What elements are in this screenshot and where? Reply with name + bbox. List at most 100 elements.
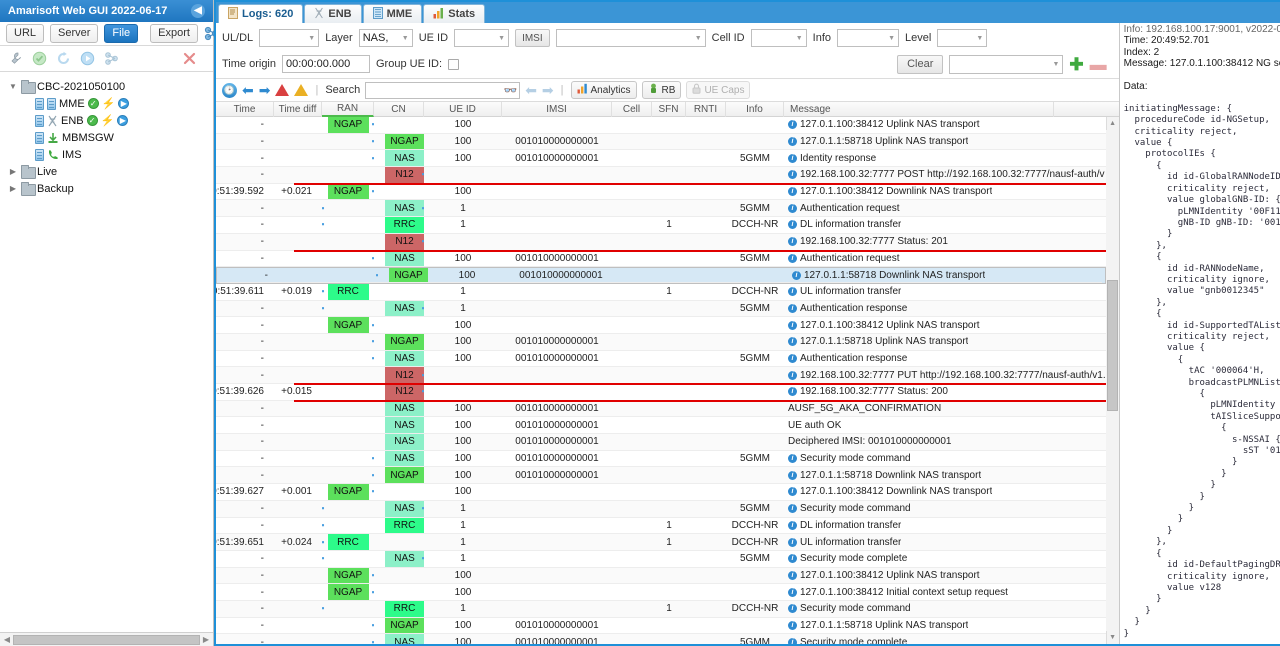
table-row[interactable]: - NGAP➡ 100 i127.0.1.100:38412 Uplink NAS t… <box>216 567 1106 585</box>
tree-item-ims[interactable]: IMS <box>4 146 213 163</box>
table-row[interactable]: - ➡ NGAP100001010000000001 i127.0.1.1:58718… <box>216 333 1106 351</box>
file-button[interactable]: File <box>104 24 139 43</box>
column-header-cell[interactable]: Cell <box>612 102 652 117</box>
chevron-left-icon[interactable]: ◀ <box>191 4 205 18</box>
table-row[interactable]: -➡NAS1000010100000000015GMMiSecurity mod… <box>216 450 1106 468</box>
imsi-button[interactable]: IMSI <box>515 29 550 47</box>
tree-item-mme[interactable]: MME ✓ ⚡ ▶ <box>4 95 213 112</box>
column-header-rnti[interactable]: RNTI <box>686 102 726 117</box>
column-header-ueid[interactable]: UE ID <box>424 102 502 117</box>
column-header-cn[interactable]: CN <box>374 102 424 117</box>
tree-item-backup[interactable]: ▶ Backup <box>4 180 213 197</box>
table-row[interactable]: - ➡ NGAP100001010000000001 i127.0.1.1:58718… <box>216 267 1106 284</box>
minus-icon[interactable]: ▬ <box>1090 56 1107 73</box>
play-icon[interactable]: ▶ <box>118 98 130 109</box>
table-row[interactable]: - NAS 100 001010000000001 AUSF_5G_AKA_CONFIR… <box>216 400 1106 418</box>
plus-icon[interactable]: ✚ <box>1069 56 1083 73</box>
imsi-select[interactable]: ▼ <box>555 29 706 47</box>
log-table-body[interactable]: -NGAP➡100i127.0.1.100:38412 Uplink NAS t… <box>216 117 1106 644</box>
collapse-arrow-icon[interactable]: ▶ <box>8 167 18 176</box>
scroll-right-arrow-icon[interactable]: ▶ <box>200 635 212 644</box>
column-header-message[interactable]: Message <box>784 102 1054 117</box>
table-row[interactable]: - NGAP➡ 100 i127.0.1.100:38412 Uplink NAS t… <box>216 117 1106 134</box>
ueid-select[interactable]: ▼ <box>454 29 510 47</box>
table-row[interactable]: -⬅NAS➡15GMMiSecurity mode complete <box>216 550 1106 568</box>
table-vertical-scrollbar[interactable]: ▲ ▼ <box>1105 117 1120 644</box>
table-row[interactable]: - NAS 100 001010000000001 UE auth OK <box>216 417 1106 435</box>
scroll-track[interactable] <box>1106 130 1120 631</box>
tree-item-cbc[interactable]: ▼ CBC-2021050100 <box>4 78 213 95</box>
tree-item-live[interactable]: ▶ Live <box>4 163 213 180</box>
export-button[interactable]: Export <box>150 24 198 43</box>
refresh-icon[interactable] <box>56 51 71 66</box>
table-row[interactable]: -⬅NAS➡15GMMiAuthentication request <box>216 200 1106 218</box>
table-row[interactable]: 20:51:39.592+0.021NGAP➡ 100 i127.0.1.100:3… <box>216 183 1106 201</box>
table-row[interactable]: - ➡ NGAP100001010000000001 i127.0.1.1:58718… <box>216 617 1106 635</box>
column-header-sfn[interactable]: SFN <box>652 102 686 117</box>
url-button[interactable]: URL <box>6 24 45 43</box>
level-select[interactable]: ▼ <box>937 29 988 47</box>
binoculars-icon[interactable]: 👓 <box>503 84 517 97</box>
table-row[interactable]: - ➡ NGAP100001010000000001 i127.0.1.1:58718… <box>216 133 1106 151</box>
rb-button[interactable]: RB <box>641 81 682 99</box>
table-row[interactable]: -⬅RRC11DCCH-NRiDL information transfer <box>216 217 1106 234</box>
tab-stats[interactable]: Stats <box>423 4 486 23</box>
table-row[interactable]: - N12➡ i192.168.100.32:7777 Status: 201 <box>216 233 1106 252</box>
tree-item-enb[interactable]: ENB ✓ ⚡ ▶ <box>4 112 213 129</box>
time-origin-input[interactable]: 00:00:00.000 <box>282 55 370 73</box>
tab-logs[interactable]: Logs: 620 <box>218 4 304 23</box>
table-row[interactable]: - NGAP➡ 100 i127.0.1.100:38412 Uplink NAS t… <box>216 317 1106 334</box>
table-row[interactable]: -➡NAS1000010100000000015GMMiSecurity mod… <box>216 634 1106 644</box>
table-row[interactable]: 20:51:39.627+0.001NGAP➡ 100 i127.0.1.100:3… <box>216 484 1106 501</box>
layer-select[interactable]: NAS, ▼ <box>358 29 413 47</box>
tab-mme[interactable]: MME <box>362 4 423 23</box>
close-x-icon[interactable] <box>182 51 197 66</box>
table-row[interactable]: -⬅NAS➡15GMMiAuthentication response <box>216 300 1106 318</box>
cellid-select[interactable]: ▼ <box>750 29 807 47</box>
table-row[interactable]: 20:51:39.611+0.019RRC⬅11DCCH-NRiUL infor… <box>216 283 1106 301</box>
info-select[interactable]: ▼ <box>837 29 899 47</box>
clock-icon[interactable]: 🕑 <box>222 82 237 98</box>
error-triangle-icon[interactable] <box>275 84 290 96</box>
wrench-icon[interactable] <box>8 51 23 66</box>
table-row[interactable]: - NGAP➡ 100 i127.0.1.100:38412 Initial cont… <box>216 584 1106 601</box>
column-header-ran[interactable]: RAN <box>322 102 374 117</box>
tab-enb[interactable]: ENB <box>304 4 362 23</box>
scroll-down-arrow-icon[interactable]: ▼ <box>1109 631 1116 644</box>
arrow-right-icon[interactable]: ➡ <box>259 83 271 97</box>
play-icon[interactable]: ▶ <box>117 115 129 126</box>
column-header-time[interactable]: Time <box>216 102 274 117</box>
table-row[interactable]: - NAS 100 001010000000001 Deciphered IMSI: 0… <box>216 434 1106 451</box>
table-row[interactable]: -➡NAS1000010100000000015GMMiAuthenticati… <box>216 350 1106 368</box>
clear-button[interactable]: Clear <box>897 54 944 74</box>
column-header-timediff[interactable]: Time diff <box>274 102 322 117</box>
table-row[interactable]: 20:51:39.651+0.024RRC⬅11DCCH-NRiUL infor… <box>216 534 1106 551</box>
scroll-thumb[interactable] <box>1107 280 1119 411</box>
search-next-icon[interactable]: ➡ <box>542 83 554 97</box>
analytics-button[interactable]: Analytics <box>570 81 637 99</box>
table-row[interactable]: -⬅NAS➡15GMMiSecurity mode command <box>216 500 1106 518</box>
column-header-info[interactable]: Info <box>726 102 784 117</box>
column-header-imsi[interactable]: IMSI <box>502 102 612 117</box>
check-circle-icon[interactable] <box>32 51 47 66</box>
table-row[interactable]: - ➡ NGAP100001010000000001 i127.0.1.1:58718… <box>216 467 1106 485</box>
table-row[interactable]: -⬅RRC11DCCH-NRiSecurity mode command <box>216 600 1106 618</box>
left-horizontal-scrollbar[interactable]: ◀ ▶ <box>0 632 213 646</box>
search-prev-icon[interactable]: ⬅ <box>525 83 537 97</box>
arrow-left-icon[interactable]: ⬅ <box>242 83 254 97</box>
server-button[interactable]: Server <box>50 24 99 43</box>
preset-select[interactable]: ▼ <box>949 54 1064 74</box>
table-row[interactable]: 20:51:39.626+0.015 N12➡ i192.168.100.32:77… <box>216 384 1106 402</box>
table-row[interactable]: -➡NAS1000010100000000015GMMiIdentity res… <box>216 150 1106 168</box>
scroll-left-arrow-icon[interactable]: ◀ <box>1 635 13 644</box>
warning-triangle-icon[interactable] <box>294 84 309 96</box>
tree-item-mbmsgw[interactable]: MBMSGW <box>4 129 213 146</box>
table-row[interactable]: -➡NAS1000010100000000015GMMiAuthenticati… <box>216 250 1106 268</box>
expand-arrow-icon[interactable]: ▼ <box>8 82 18 91</box>
table-row[interactable]: - N12➡ i192.168.100.32:7777 PUT http://192… <box>216 367 1106 385</box>
group-ueid-checkbox[interactable] <box>448 58 460 70</box>
scroll-up-arrow-icon[interactable]: ▲ <box>1109 117 1116 130</box>
link-icon[interactable] <box>104 51 119 66</box>
uldl-select[interactable]: ▼ <box>259 29 320 47</box>
collapse-arrow-icon[interactable]: ▶ <box>8 184 18 193</box>
